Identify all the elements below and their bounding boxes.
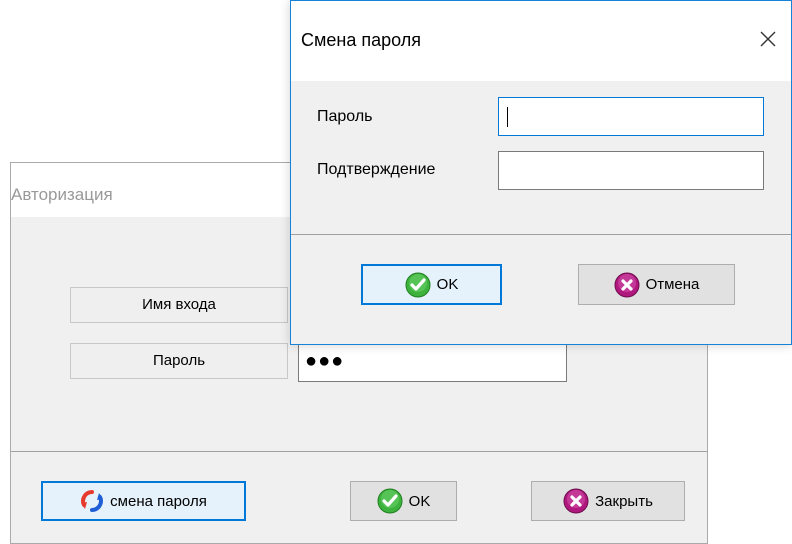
cancel-x-icon [614, 272, 640, 298]
auth-password-input[interactable]: ●●● [298, 342, 567, 382]
cancel-button[interactable]: Отмена [578, 264, 735, 305]
dialog-title: Смена пароля [301, 30, 421, 50]
auth-divider [11, 451, 707, 452]
close-button[interactable]: Закрыть [531, 481, 685, 521]
dialog-ok-label: OK [436, 276, 459, 293]
change-password-dialog: Смена пароля Пароль Подтверждение OK Отм… [290, 0, 792, 345]
auth-password-label: Пароль [70, 343, 288, 379]
cancel-label: Отмена [645, 276, 700, 293]
dialog-titlebar: Смена пароля [291, 1, 791, 81]
close-label: Закрыть [595, 492, 653, 510]
text-caret [507, 107, 508, 127]
dialog-divider [291, 234, 791, 235]
auth-window-title: Авторизация [11, 185, 113, 204]
cancel-x-icon [563, 488, 589, 514]
confirm-password-input[interactable] [498, 151, 764, 190]
ok-check-icon [405, 272, 431, 298]
auth-ok-label: OK [408, 492, 431, 510]
refresh-icon [80, 489, 104, 513]
close-icon [759, 30, 777, 52]
change-password-button[interactable]: смена пароля [41, 481, 246, 521]
dialog-close-button[interactable] [745, 19, 791, 63]
confirm-label: Подтверждение [317, 161, 436, 178]
dialog-password-label: Пароль [317, 108, 373, 125]
login-label: Имя входа [70, 287, 288, 323]
dialog-ok-button[interactable]: OK [361, 264, 502, 305]
ok-check-icon [377, 488, 403, 514]
dialog-password-input[interactable] [498, 97, 764, 136]
auth-ok-button[interactable]: OK [350, 481, 457, 521]
change-password-label: смена пароля [110, 492, 207, 510]
